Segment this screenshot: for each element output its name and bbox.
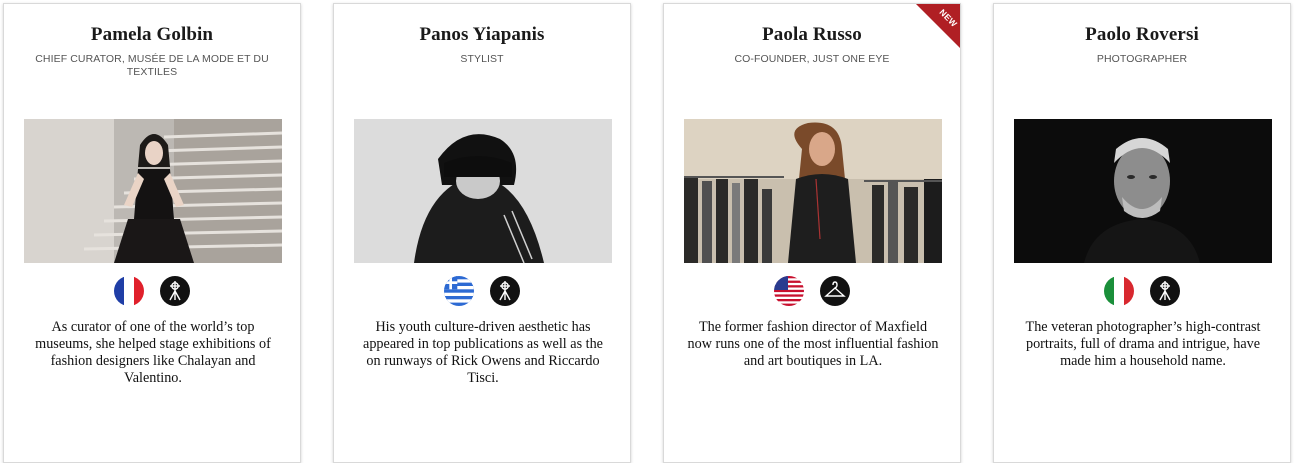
profile-card-paolo-roversi[interactable]: Paolo Roversi Photographer [993,3,1291,463]
card-description: The veteran photographer’s high-contrast… [1025,319,1261,369]
card-role: Stylist [460,53,504,65]
camera-tripod-icon [160,276,190,306]
card-description: The former fashion director of Maxfield … [687,319,939,369]
profile-photo[interactable] [1014,119,1272,263]
profile-card-paola-russo[interactable]: NEW Paola Russo Co-founder, Just One Eye [663,3,961,463]
profile-photo[interactable] [684,119,942,263]
card-role: Photographer [1096,53,1188,65]
card-name: Panos Yiapanis [419,24,545,45]
profile-photo[interactable] [354,119,612,263]
usa-flag-icon [774,276,804,306]
new-badge: NEW [916,4,960,48]
card-name: Paolo Roversi [1085,24,1199,45]
card-description: His youth culture-driven aesthetic has a… [363,319,603,386]
profile-card-pamela-golbin[interactable]: Pamela Golbin Chief Curator, Musée de la… [3,3,301,463]
greece-flag-icon [444,276,474,306]
clothes-hanger-icon [820,276,850,306]
france-flag-icon [114,276,144,306]
card-role: Co-founder, Just One Eye [734,53,890,65]
profile-photo[interactable] [24,119,282,263]
card-name: Pamela Golbin [90,24,214,45]
camera-tripod-icon [1150,276,1180,306]
profile-card-panos-yiapanis[interactable]: Panos Yiapanis Stylist [333,3,631,463]
card-description: As curator of one of the world’s top mus… [35,319,271,386]
italy-flag-icon [1104,276,1134,306]
camera-tripod-icon [490,276,520,306]
card-role: Chief Curator, Musée de la Mode et du Te… [35,53,269,78]
